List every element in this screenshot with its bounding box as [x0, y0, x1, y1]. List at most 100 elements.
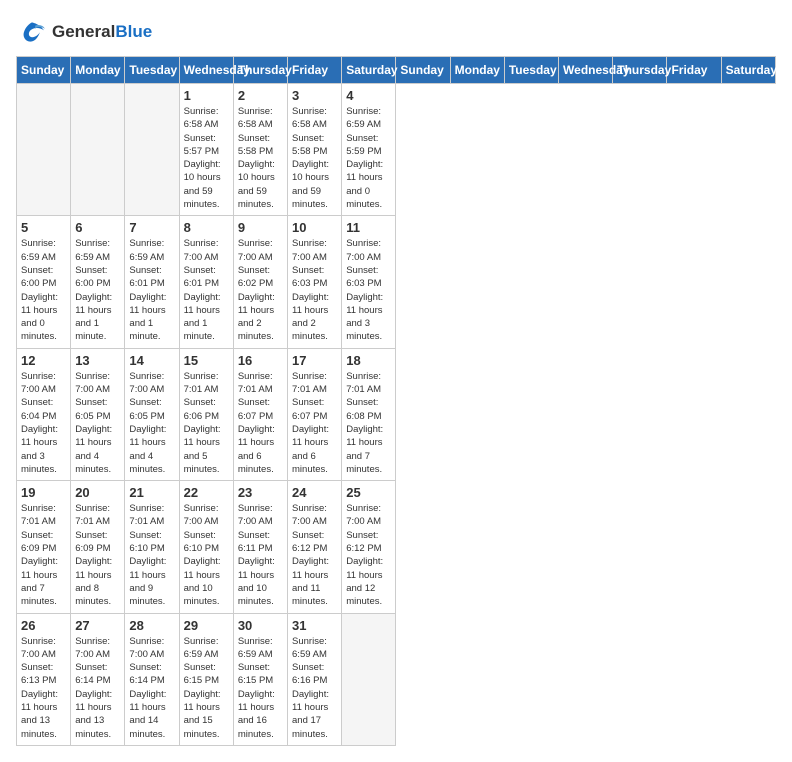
calendar-cell: 24 Sunrise: 7:00 AM Sunset: 6:12 PM Dayli…	[288, 481, 342, 613]
day-number: 15	[184, 353, 229, 368]
calendar-cell: 11 Sunrise: 7:00 AM Sunset: 6:03 PM Dayli…	[342, 216, 396, 348]
day-number: 30	[238, 618, 283, 633]
header-tuesday: Tuesday	[504, 57, 558, 84]
day-info: Sunrise: 7:00 AM Sunset: 6:05 PM Dayligh…	[75, 370, 120, 476]
day-number: 5	[21, 220, 66, 235]
header-wednesday: Wednesday	[559, 57, 613, 84]
day-info: Sunrise: 7:01 AM Sunset: 6:06 PM Dayligh…	[184, 370, 229, 476]
day-number: 26	[21, 618, 66, 633]
day-number: 21	[129, 485, 174, 500]
calendar-cell: 17Sunrise: 7:01 AM Sunset: 6:07 PM Dayli…	[288, 348, 342, 480]
calendar-cell: 3 Sunrise: 6:58 AM Sunset: 5:58 PM Daylig…	[288, 84, 342, 216]
logo-text: GeneralBlue	[52, 22, 152, 42]
header-sunday: Sunday	[396, 57, 450, 84]
calendar-week-4: 19Sunrise: 7:01 AM Sunset: 6:09 PM Dayli…	[17, 481, 776, 613]
day-info: Sunrise: 7:01 AM Sunset: 6:10 PM Dayligh…	[129, 502, 174, 608]
day-info: Sunrise: 7:00 AM Sunset: 6:11 PM Dayligh…	[238, 502, 283, 608]
header-saturday: Saturday	[342, 57, 396, 84]
logo-icon	[16, 16, 48, 48]
day-info: Sunrise: 6:59 AM Sunset: 5:59 PM Dayligh…	[346, 105, 391, 211]
day-number: 27	[75, 618, 120, 633]
calendar-cell: 7 Sunrise: 6:59 AM Sunset: 6:01 PM Daylig…	[125, 216, 179, 348]
day-info: Sunrise: 6:58 AM Sunset: 5:58 PM Dayligh…	[292, 105, 337, 211]
calendar-cell: 12 Sunrise: 7:00 AM Sunset: 6:04 PM Dayli…	[17, 348, 71, 480]
calendar-week-2: 5 Sunrise: 6:59 AM Sunset: 6:00 PM Daylig…	[17, 216, 776, 348]
logo: GeneralBlue	[16, 16, 152, 48]
day-number: 4	[346, 88, 391, 103]
calendar-cell: 28Sunrise: 7:00 AM Sunset: 6:14 PM Dayli…	[125, 613, 179, 745]
calendar-cell	[125, 84, 179, 216]
day-number: 31	[292, 618, 337, 633]
day-number: 11	[346, 220, 391, 235]
day-info: Sunrise: 7:01 AM Sunset: 6:08 PM Dayligh…	[346, 370, 391, 476]
day-info: Sunrise: 7:01 AM Sunset: 6:09 PM Dayligh…	[21, 502, 66, 608]
day-number: 12	[21, 353, 66, 368]
calendar-cell: 14 Sunrise: 7:00 AM Sunset: 6:05 PM Dayli…	[125, 348, 179, 480]
day-info: Sunrise: 7:00 AM Sunset: 6:03 PM Dayligh…	[346, 237, 391, 343]
day-number: 23	[238, 485, 283, 500]
day-number: 7	[129, 220, 174, 235]
header-friday: Friday	[288, 57, 342, 84]
calendar-cell: 20 Sunrise: 7:01 AM Sunset: 6:09 PM Dayli…	[71, 481, 125, 613]
day-number: 20	[75, 485, 120, 500]
calendar-cell: 26 Sunrise: 7:00 AM Sunset: 6:13 PM Dayli…	[17, 613, 71, 745]
header-monday: Monday	[71, 57, 125, 84]
calendar-cell: 21 Sunrise: 7:01 AM Sunset: 6:10 PM Dayli…	[125, 481, 179, 613]
header-tuesday: Tuesday	[125, 57, 179, 84]
calendar-cell: 4 Sunrise: 6:59 AM Sunset: 5:59 PM Daylig…	[342, 84, 396, 216]
day-number: 9	[238, 220, 283, 235]
day-info: Sunrise: 7:00 AM Sunset: 6:05 PM Dayligh…	[129, 370, 174, 476]
calendar-cell: 23 Sunrise: 7:00 AM Sunset: 6:11 PM Dayli…	[233, 481, 287, 613]
day-info: Sunrise: 7:00 AM Sunset: 6:03 PM Dayligh…	[292, 237, 337, 343]
header-wednesday: Wednesday	[179, 57, 233, 84]
day-number: 14	[129, 353, 174, 368]
day-number: 13	[75, 353, 120, 368]
day-info: Sunrise: 7:00 AM Sunset: 6:04 PM Dayligh…	[21, 370, 66, 476]
day-info: Sunrise: 7:00 AM Sunset: 6:13 PM Dayligh…	[21, 635, 66, 741]
day-number: 17	[292, 353, 337, 368]
calendar-cell: 13 Sunrise: 7:00 AM Sunset: 6:05 PM Dayli…	[71, 348, 125, 480]
calendar-cell	[17, 84, 71, 216]
day-info: Sunrise: 6:58 AM Sunset: 5:57 PM Dayligh…	[184, 105, 229, 211]
day-number: 28	[129, 618, 174, 633]
day-info: Sunrise: 7:00 AM Sunset: 6:14 PM Dayligh…	[75, 635, 120, 741]
day-info: Sunrise: 6:59 AM Sunset: 6:00 PM Dayligh…	[21, 237, 66, 343]
day-number: 8	[184, 220, 229, 235]
day-info: Sunrise: 6:59 AM Sunset: 6:16 PM Dayligh…	[292, 635, 337, 741]
calendar-cell	[71, 84, 125, 216]
calendar-cell: 2 Sunrise: 6:58 AM Sunset: 5:58 PM Daylig…	[233, 84, 287, 216]
calendar-cell: 30 Sunrise: 6:59 AM Sunset: 6:15 PM Dayli…	[233, 613, 287, 745]
day-number: 16	[238, 353, 283, 368]
calendar-cell: 5 Sunrise: 6:59 AM Sunset: 6:00 PM Daylig…	[17, 216, 71, 348]
day-number: 29	[184, 618, 229, 633]
day-number: 2	[238, 88, 283, 103]
day-number: 24	[292, 485, 337, 500]
day-number: 6	[75, 220, 120, 235]
day-info: Sunrise: 7:01 AM Sunset: 6:09 PM Dayligh…	[75, 502, 120, 608]
day-number: 3	[292, 88, 337, 103]
calendar-cell: 22 Sunrise: 7:00 AM Sunset: 6:10 PM Dayli…	[179, 481, 233, 613]
day-info: Sunrise: 7:00 AM Sunset: 6:01 PM Dayligh…	[184, 237, 229, 343]
calendar-week-1: 1 Sunrise: 6:58 AM Sunset: 5:57 PM Daylig…	[17, 84, 776, 216]
calendar-cell	[342, 613, 396, 745]
calendar-header-row: SundayMondayTuesdayWednesdayThursdayFrid…	[17, 57, 776, 84]
day-number: 10	[292, 220, 337, 235]
day-number: 1	[184, 88, 229, 103]
calendar-cell: 31 Sunrise: 6:59 AM Sunset: 6:16 PM Dayli…	[288, 613, 342, 745]
day-info: Sunrise: 7:00 AM Sunset: 6:12 PM Dayligh…	[292, 502, 337, 608]
day-info: Sunrise: 6:59 AM Sunset: 6:01 PM Dayligh…	[129, 237, 174, 343]
day-info: Sunrise: 7:00 AM Sunset: 6:10 PM Dayligh…	[184, 502, 229, 608]
day-number: 22	[184, 485, 229, 500]
calendar-cell: 25Sunrise: 7:00 AM Sunset: 6:12 PM Dayli…	[342, 481, 396, 613]
calendar-table: SundayMondayTuesdayWednesdayThursdayFrid…	[16, 56, 776, 746]
header-monday: Monday	[450, 57, 504, 84]
day-info: Sunrise: 7:00 AM Sunset: 6:12 PM Dayligh…	[346, 502, 391, 608]
day-info: Sunrise: 7:00 AM Sunset: 6:02 PM Dayligh…	[238, 237, 283, 343]
calendar-cell: 1 Sunrise: 6:58 AM Sunset: 5:57 PM Daylig…	[179, 84, 233, 216]
day-info: Sunrise: 6:59 AM Sunset: 6:15 PM Dayligh…	[238, 635, 283, 741]
calendar-cell: 19Sunrise: 7:01 AM Sunset: 6:09 PM Dayli…	[17, 481, 71, 613]
day-info: Sunrise: 6:58 AM Sunset: 5:58 PM Dayligh…	[238, 105, 283, 211]
calendar-week-5: 26 Sunrise: 7:00 AM Sunset: 6:13 PM Dayli…	[17, 613, 776, 745]
calendar-week-3: 12 Sunrise: 7:00 AM Sunset: 6:04 PM Dayli…	[17, 348, 776, 480]
day-info: Sunrise: 7:01 AM Sunset: 6:07 PM Dayligh…	[238, 370, 283, 476]
